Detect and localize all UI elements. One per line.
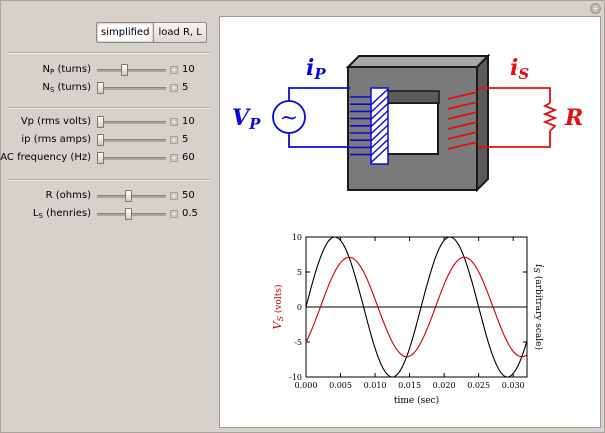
slider-track-ip[interactable]	[97, 139, 166, 142]
waveform-plot: 0.000 0.005 0.010 0.015 0.020 0.025 0.030 10 5 0 -…	[271, 233, 546, 406]
slider-thumb-ip[interactable]	[97, 134, 104, 146]
secondary-current-label: iS	[510, 55, 529, 83]
slider-label-np: NP (turns)	[42, 64, 91, 76]
slider-value-ls: 0.5	[182, 208, 198, 219]
slider-row-ip: ip (rms amps) +5	[0, 133, 217, 147]
slider-row-r: R (ohms) +50	[0, 189, 217, 203]
slider-expand-icon[interactable]: +	[170, 192, 178, 200]
slider-track-freq[interactable]	[97, 157, 166, 160]
slider-label-vp: Vp (rms volts)	[20, 116, 91, 127]
slider-thumb-vp[interactable]	[97, 116, 104, 128]
primary-voltage-label: VP	[232, 105, 261, 133]
transformer-figure: ~ iP VP iS R 0.000 0.005 0.010 0.015 0.020 0.…	[232, 53, 583, 406]
mode-toggle[interactable]: simplified load R, L	[96, 22, 207, 43]
slider-thumb-np[interactable]	[120, 64, 128, 76]
ac-source-symbol: ~	[280, 106, 298, 131]
mode-load-button[interactable]: load R, L	[153, 23, 206, 42]
slider-label-ip: ip (rms amps)	[21, 134, 91, 145]
x-tick-label: 0.025	[467, 381, 490, 390]
y-tick-label: -5	[294, 338, 302, 347]
x-tick-label: 0.020	[433, 381, 456, 390]
slider-expand-icon[interactable]: +	[170, 66, 178, 74]
x-tick-label: 0.005	[329, 381, 352, 390]
slider-track-vp[interactable]	[97, 121, 166, 124]
slider-value-freq: 60	[182, 152, 195, 163]
core-top-face	[345, 55, 491, 68]
slider-thumb-freq[interactable]	[97, 152, 104, 164]
slider-expand-icon[interactable]: +	[170, 210, 178, 218]
slider-track-np[interactable]	[97, 69, 166, 72]
x-tick-label: 0.010	[364, 381, 387, 390]
mode-simplified-button[interactable]: simplified	[97, 23, 154, 42]
slider-expand-icon[interactable]: +	[170, 118, 178, 126]
slider-value-ns: 5	[182, 82, 189, 93]
resistor-icon	[542, 102, 558, 132]
primary-wire-bottom	[288, 133, 350, 148]
y-axis-label-left: VS (volts)	[271, 285, 285, 330]
slider-row-np: NP (turns) +10	[0, 63, 217, 77]
slider-expand-icon[interactable]: +	[170, 154, 178, 162]
slider-row-ls: LS (henries) +0.5	[0, 207, 217, 221]
y-tick-label: -10	[289, 373, 302, 382]
divider	[8, 52, 211, 54]
x-axis-label: time (sec)	[394, 395, 439, 406]
core-window	[386, 102, 439, 155]
y-axis-label-right: iS (arbitrary scale)	[532, 264, 546, 350]
slider-value-np: 10	[182, 64, 195, 75]
corner-plus-icon[interactable]: +	[590, 3, 601, 14]
slider-row-freq: AC frequency (Hz) +60	[0, 151, 217, 165]
primary-current-label: iP	[306, 55, 326, 83]
slider-value-ip: 5	[182, 134, 189, 145]
divider	[8, 107, 211, 109]
slider-label-ns: NS (turns)	[42, 82, 91, 94]
slider-value-vp: 10	[182, 116, 195, 127]
slider-thumb-ls[interactable]	[124, 208, 132, 220]
load-label: R	[564, 105, 583, 131]
primary-wire-top	[288, 87, 350, 101]
control-panel: simplified load R, L NP (turns) +10 NS (tu…	[0, 0, 217, 433]
y-tick-label: 0	[297, 303, 302, 312]
core-side-face	[476, 53, 489, 193]
y-tick-label: 5	[297, 268, 302, 277]
slider-label-r: R (ohms)	[45, 190, 91, 201]
slider-value-r: 50	[182, 190, 195, 201]
slider-thumb-ns[interactable]	[97, 82, 104, 94]
diagram-canvas: ~ iP VP iS R 0.000 0.005 0.010 0.015 0.020 0.…	[219, 16, 601, 428]
y-tick-label: 10	[292, 233, 302, 242]
slider-expand-icon[interactable]: +	[170, 84, 178, 92]
x-tick-label: 0.015	[398, 381, 421, 390]
slider-label-freq: AC frequency (Hz)	[0, 152, 91, 163]
slider-expand-icon[interactable]: +	[170, 136, 178, 144]
slider-thumb-r[interactable]	[124, 190, 132, 202]
x-tick-label: 0.000	[295, 381, 318, 390]
divider	[8, 179, 211, 181]
x-tick-label: 0.030	[502, 381, 525, 390]
slider-row-vp: Vp (rms volts) +10	[0, 115, 217, 129]
slider-label-ls: LS (henries)	[32, 208, 91, 220]
slider-row-ns: NS (turns) +5	[0, 81, 217, 95]
slider-track-ns[interactable]	[97, 87, 166, 90]
